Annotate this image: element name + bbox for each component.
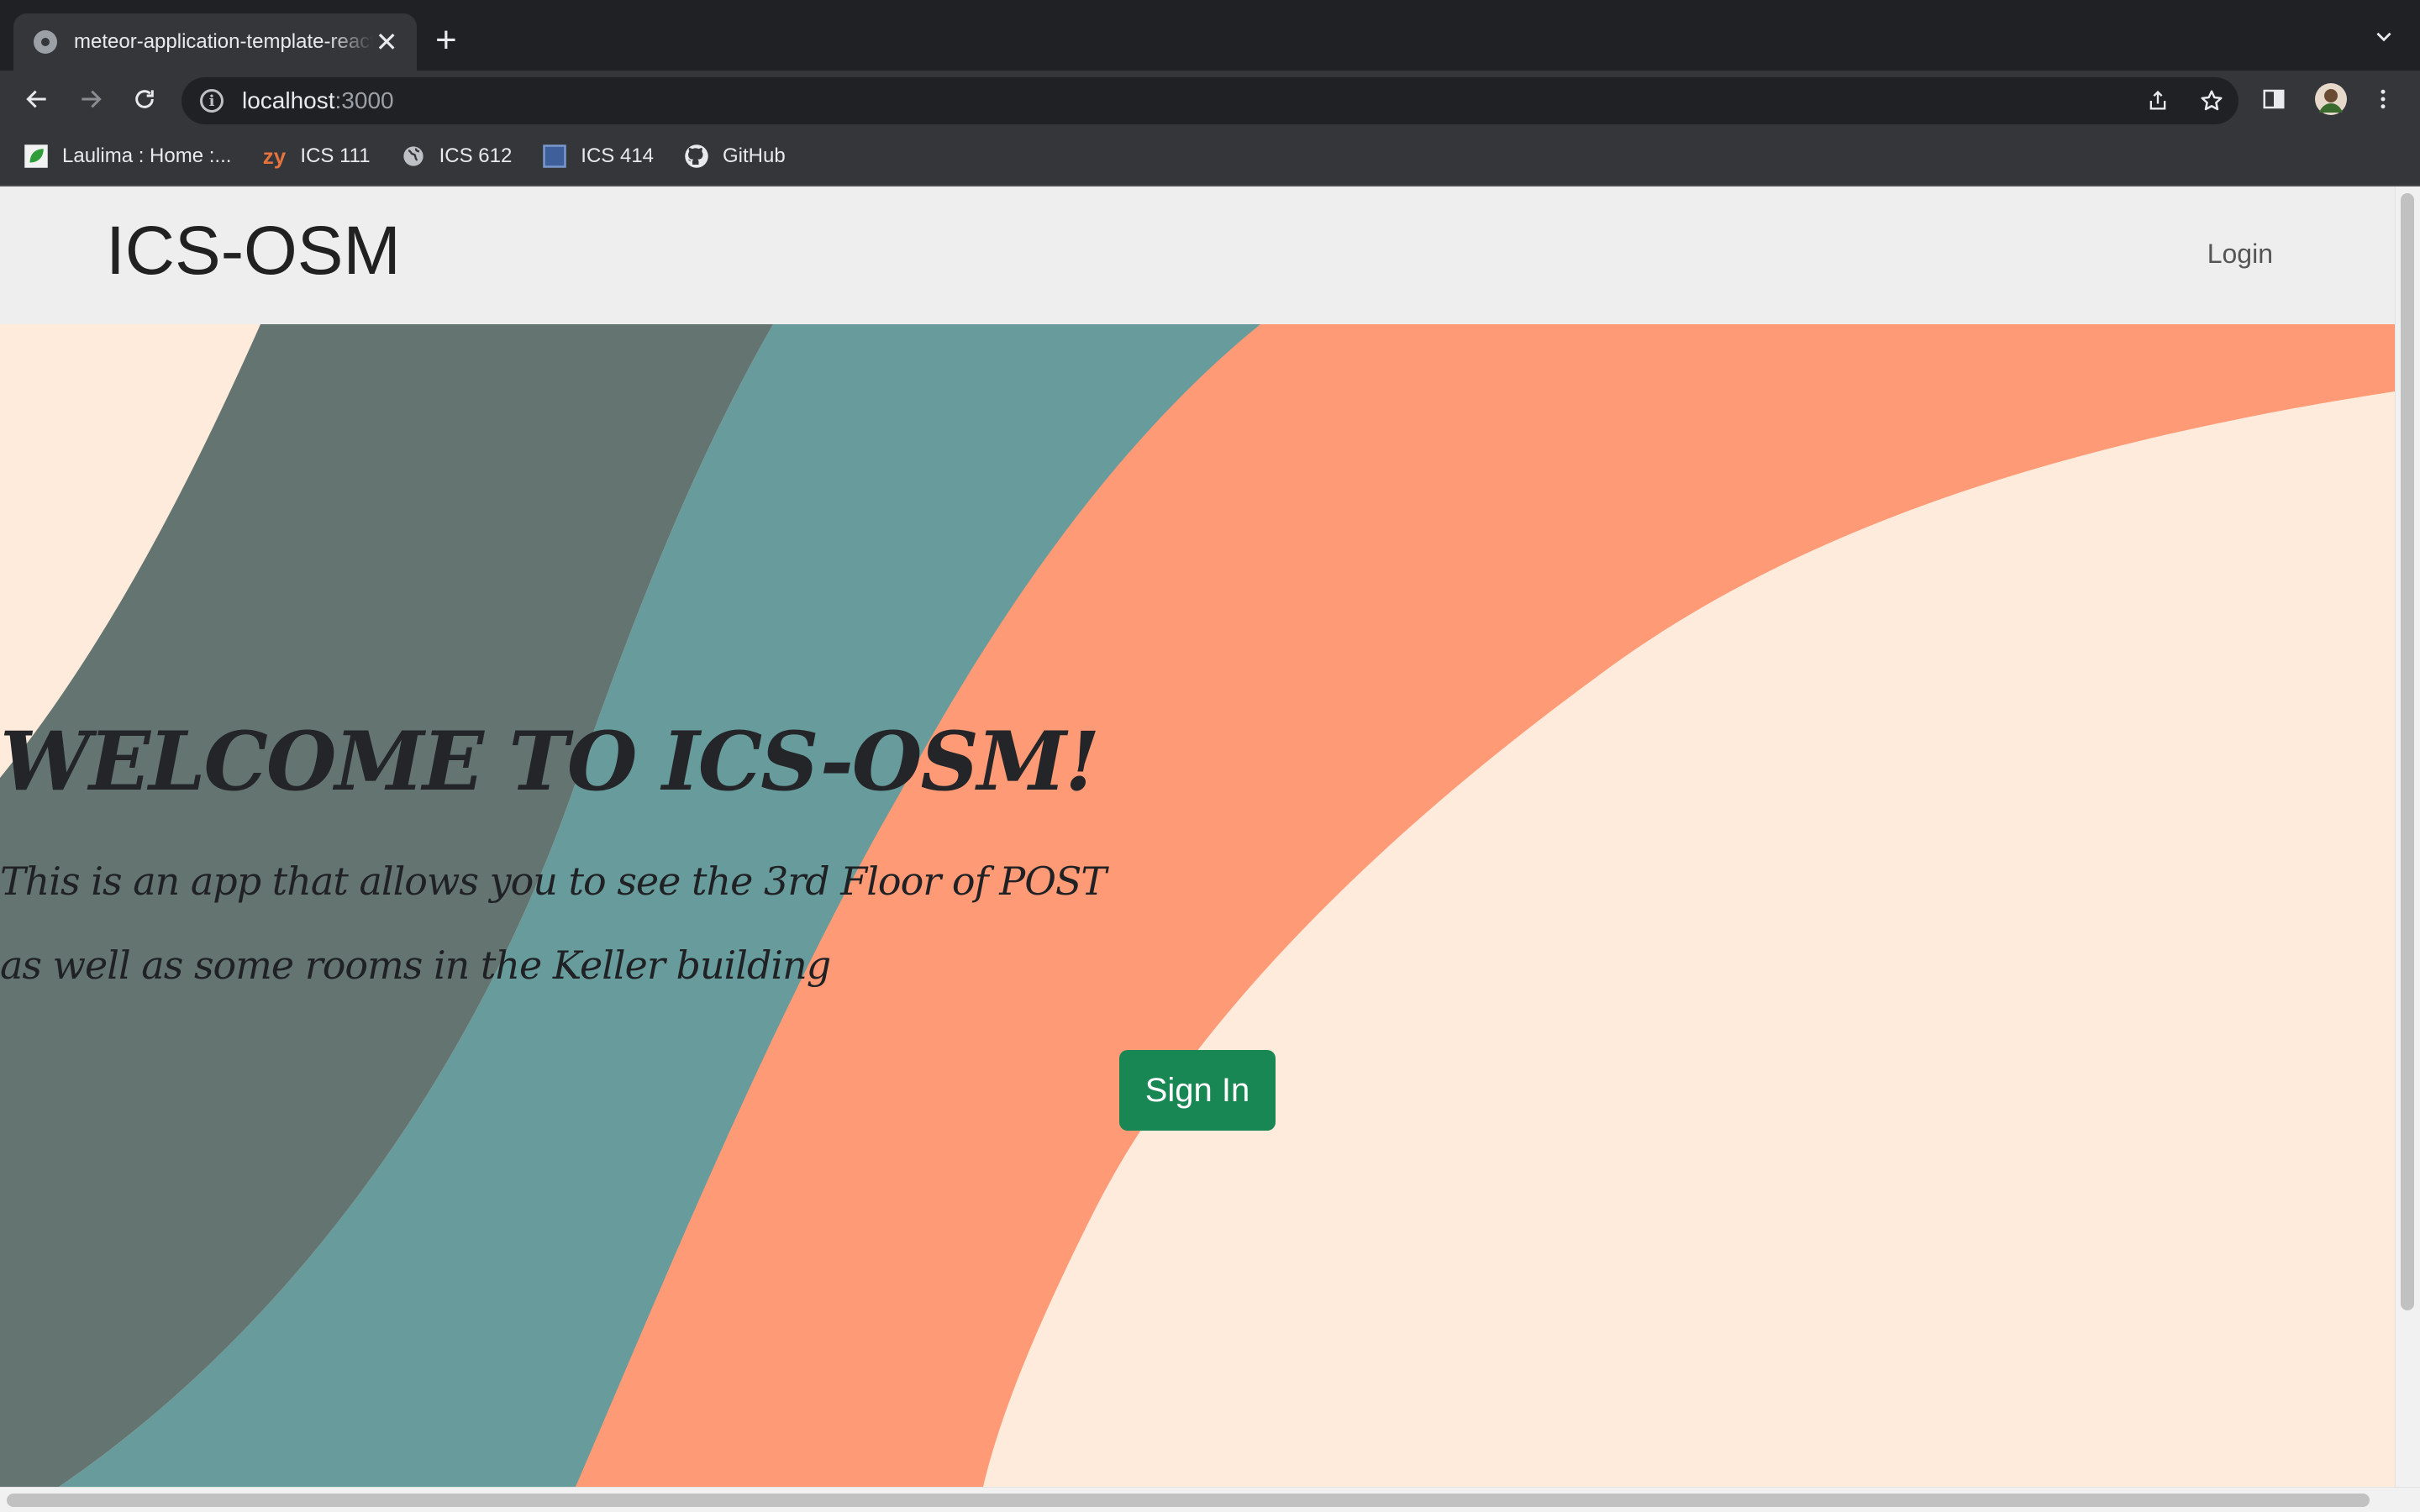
arrow-left-icon	[26, 90, 46, 108]
browser-toolbar: i localhost:3000	[0, 71, 2420, 128]
side-panel-icon	[2263, 89, 2285, 109]
vertical-scrollbar[interactable]	[2395, 186, 2420, 1487]
url-text[interactable]: localhost:3000	[242, 87, 394, 114]
bookmarks-bar: Laulima : Home :... zy ICS 111 ICS 612 I…	[0, 128, 2420, 186]
github-icon	[684, 144, 709, 169]
hero-title: WELCOME TO ICS-OSM!	[0, 714, 1100, 809]
site-navbar: ICS-OSM Login	[0, 186, 2395, 324]
leaf-icon	[24, 144, 49, 169]
avatar	[2315, 83, 2347, 115]
star-icon	[2201, 90, 2223, 111]
back-button[interactable]	[12, 71, 62, 128]
bookmark-ics-612[interactable]: ICS 612	[401, 144, 513, 169]
reload-icon	[135, 90, 154, 108]
browser-menu-button[interactable]	[2360, 71, 2407, 128]
bookmark-ics-414[interactable]: ICS 414	[542, 144, 654, 169]
meteor-favicon-icon	[34, 30, 57, 54]
horizontal-scroll-thumb[interactable]	[7, 1494, 2370, 1507]
bookmark-label: ICS 612	[439, 144, 513, 167]
page-viewport: ICS-OSM Login WELCOME TO ICS-OSM! This i…	[0, 186, 2420, 1512]
bookmark-label: GitHub	[723, 144, 786, 167]
tab-search-button[interactable]	[2373, 25, 2395, 51]
login-link[interactable]: Login	[2207, 239, 2273, 270]
bookmark-star-button[interactable]	[2185, 88, 2238, 113]
wave-background	[0, 324, 2395, 1487]
bookmark-label: ICS 414	[581, 144, 655, 167]
tab-strip: meteor-application-template-react ✕ +	[0, 0, 2420, 71]
reload-button[interactable]	[119, 71, 170, 128]
square-icon	[542, 144, 567, 169]
vertical-scroll-thumb[interactable]	[2401, 193, 2414, 1310]
zybooks-icon: zy	[262, 143, 287, 169]
bookmark-laulima[interactable]: Laulima : Home :...	[24, 144, 231, 169]
kebab-menu-icon	[2381, 89, 2386, 109]
bookmark-ics-111[interactable]: zy ICS 111	[261, 143, 371, 169]
share-icon	[2149, 90, 2166, 110]
site-brand[interactable]: ICS-OSM	[106, 212, 401, 291]
chevron-down-icon	[2376, 32, 2391, 42]
share-button[interactable]	[2131, 89, 2185, 113]
new-tab-button[interactable]: +	[435, 22, 457, 59]
bookmark-github[interactable]: GitHub	[684, 144, 786, 169]
side-panel-button[interactable]	[2250, 71, 2297, 128]
bookmark-label: ICS 111	[300, 144, 371, 167]
horizontal-scrollbar[interactable]	[0, 1487, 2420, 1512]
arrow-right-icon	[82, 90, 102, 108]
sign-in-button[interactable]: Sign In	[1119, 1050, 1276, 1131]
hero-description-line-1: This is an app that allows you to see th…	[0, 858, 1107, 904]
bookmark-label: Laulima : Home :...	[62, 144, 232, 167]
hero-section: WELCOME TO ICS-OSM! This is an app that …	[0, 324, 2395, 1487]
profile-button[interactable]	[2307, 71, 2354, 128]
address-bar[interactable]: i localhost:3000	[182, 77, 2238, 124]
tab-title: meteor-application-template-react	[74, 30, 374, 53]
forward-button[interactable]	[66, 71, 116, 128]
browser-tab[interactable]: meteor-application-template-react ✕	[13, 13, 417, 71]
hero-description-line-2: as well as some rooms in the Keller buil…	[0, 942, 831, 988]
site-info-icon[interactable]: i	[200, 89, 224, 113]
close-tab-button[interactable]: ✕	[373, 29, 400, 55]
globe-icon	[401, 144, 426, 169]
